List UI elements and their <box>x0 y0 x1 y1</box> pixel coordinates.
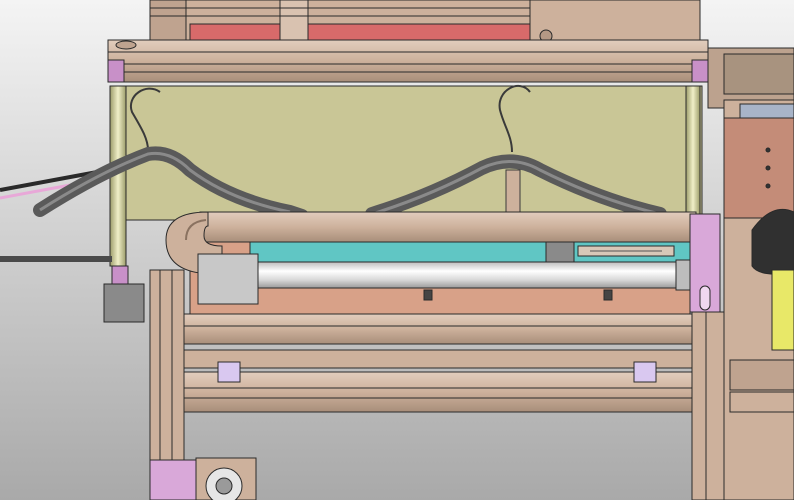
slide-rail <box>249 239 691 265</box>
machine-assembly-render <box>0 0 794 500</box>
left-top-bracket <box>107 59 125 83</box>
lift-cylinder <box>255 261 689 289</box>
right-column <box>691 311 725 500</box>
right-top-bracket <box>691 59 709 83</box>
right-post <box>685 85 701 217</box>
cad-viewport <box>0 0 794 500</box>
bottom-motor <box>149 457 257 500</box>
right-end-bracket <box>689 213 721 313</box>
top-beam <box>107 39 709 83</box>
right-side-unit <box>723 99 794 500</box>
cylinder-end-left <box>197 253 259 305</box>
